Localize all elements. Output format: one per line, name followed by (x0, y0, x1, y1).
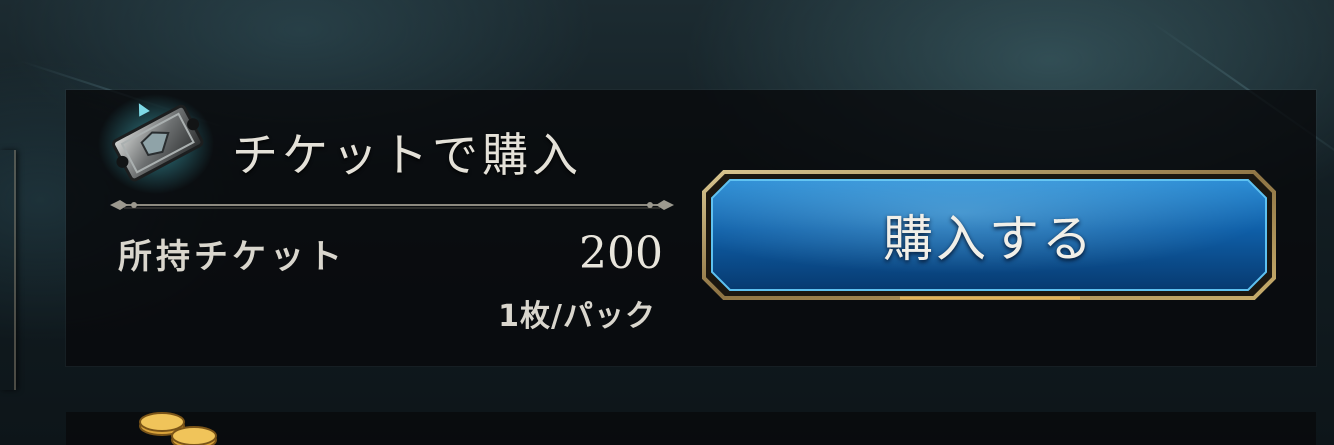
coin-purchase-panel (66, 412, 1316, 445)
ticket-icon (96, 88, 220, 196)
title-divider (110, 196, 674, 214)
buy-button-label: 購入する (883, 210, 1095, 268)
gold-coin-stack-icon (132, 410, 224, 445)
owned-tickets-count: 200 (579, 228, 663, 279)
buy-button[interactable]: 購入する (700, 168, 1278, 302)
owned-tickets-label: 所持チケット (118, 237, 346, 277)
cost-per-pack-label: 1枚/パック (498, 299, 656, 334)
side-frame-ornament (0, 150, 16, 390)
section-title: チケットで購入 (232, 128, 582, 182)
